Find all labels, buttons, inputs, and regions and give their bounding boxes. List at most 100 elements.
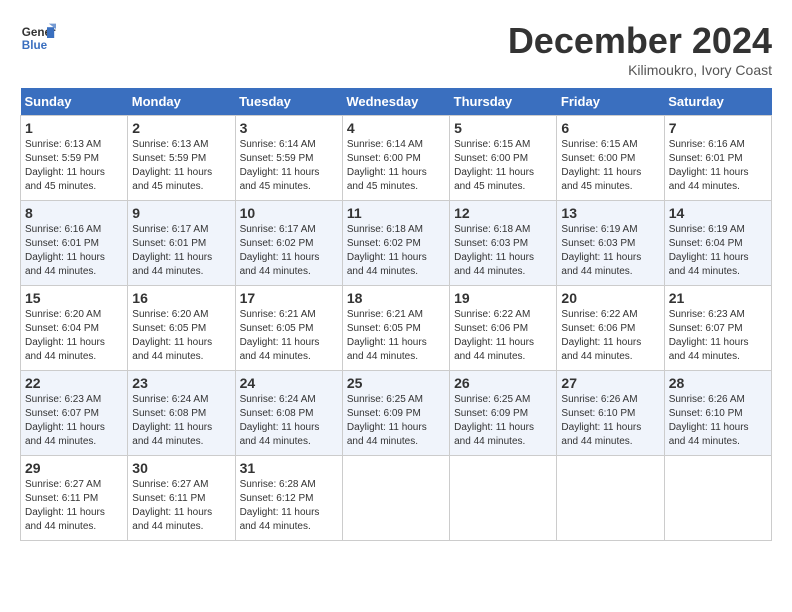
svg-text:Blue: Blue bbox=[22, 39, 48, 52]
calendar-day-25: 25 Sunrise: 6:25 AMSunset: 6:09 PMDaylig… bbox=[342, 371, 449, 456]
day-info: Sunrise: 6:21 AMSunset: 6:05 PMDaylight:… bbox=[347, 308, 445, 364]
day-info: Sunrise: 6:25 AMSunset: 6:09 PMDaylight:… bbox=[454, 393, 552, 449]
day-number: 21 bbox=[669, 290, 767, 306]
calendar-table: Sunday Monday Tuesday Wednesday Thursday… bbox=[20, 88, 772, 541]
day-info: Sunrise: 6:17 AMSunset: 6:02 PMDaylight:… bbox=[240, 223, 338, 279]
day-info: Sunrise: 6:18 AMSunset: 6:02 PMDaylight:… bbox=[347, 223, 445, 279]
day-number: 6 bbox=[561, 120, 659, 136]
calendar-day-12: 12 Sunrise: 6:18 AMSunset: 6:03 PMDaylig… bbox=[450, 201, 557, 286]
logo-icon: General Blue bbox=[20, 20, 56, 56]
day-number: 5 bbox=[454, 120, 552, 136]
day-info: Sunrise: 6:28 AMSunset: 6:12 PMDaylight:… bbox=[240, 478, 338, 534]
calendar-day-18: 18 Sunrise: 6:21 AMSunset: 6:05 PMDaylig… bbox=[342, 286, 449, 371]
day-info: Sunrise: 6:20 AMSunset: 6:04 PMDaylight:… bbox=[25, 308, 123, 364]
day-info: Sunrise: 6:15 AMSunset: 6:00 PMDaylight:… bbox=[561, 138, 659, 194]
calendar-day-9: 9 Sunrise: 6:17 AMSunset: 6:01 PMDayligh… bbox=[128, 201, 235, 286]
day-number: 1 bbox=[25, 120, 123, 136]
day-info: Sunrise: 6:20 AMSunset: 6:05 PMDaylight:… bbox=[132, 308, 230, 364]
day-number: 22 bbox=[25, 375, 123, 391]
day-info: Sunrise: 6:14 AMSunset: 6:00 PMDaylight:… bbox=[347, 138, 445, 194]
day-info: Sunrise: 6:19 AMSunset: 6:03 PMDaylight:… bbox=[561, 223, 659, 279]
calendar-day-3: 3 Sunrise: 6:14 AMSunset: 5:59 PMDayligh… bbox=[235, 116, 342, 201]
day-number: 4 bbox=[347, 120, 445, 136]
calendar-week-2: 8 Sunrise: 6:16 AMSunset: 6:01 PMDayligh… bbox=[21, 201, 772, 286]
day-info: Sunrise: 6:26 AMSunset: 6:10 PMDaylight:… bbox=[561, 393, 659, 449]
page-header: General Blue December 2024 Kilimoukro, I… bbox=[20, 20, 772, 78]
calendar-day-13: 13 Sunrise: 6:19 AMSunset: 6:03 PMDaylig… bbox=[557, 201, 664, 286]
calendar-day-19: 19 Sunrise: 6:22 AMSunset: 6:06 PMDaylig… bbox=[450, 286, 557, 371]
day-info: Sunrise: 6:15 AMSunset: 6:00 PMDaylight:… bbox=[454, 138, 552, 194]
day-info: Sunrise: 6:26 AMSunset: 6:10 PMDaylight:… bbox=[669, 393, 767, 449]
calendar-week-4: 22 Sunrise: 6:23 AMSunset: 6:07 PMDaylig… bbox=[21, 371, 772, 456]
calendar-day-28: 28 Sunrise: 6:26 AMSunset: 6:10 PMDaylig… bbox=[664, 371, 771, 456]
calendar-day-14: 14 Sunrise: 6:19 AMSunset: 6:04 PMDaylig… bbox=[664, 201, 771, 286]
day-number: 3 bbox=[240, 120, 338, 136]
day-number: 7 bbox=[669, 120, 767, 136]
day-number: 10 bbox=[240, 205, 338, 221]
calendar-week-3: 15 Sunrise: 6:20 AMSunset: 6:04 PMDaylig… bbox=[21, 286, 772, 371]
day-number: 20 bbox=[561, 290, 659, 306]
day-number: 15 bbox=[25, 290, 123, 306]
calendar-day-8: 8 Sunrise: 6:16 AMSunset: 6:01 PMDayligh… bbox=[21, 201, 128, 286]
calendar-day-10: 10 Sunrise: 6:17 AMSunset: 6:02 PMDaylig… bbox=[235, 201, 342, 286]
calendar-header-row: Sunday Monday Tuesday Wednesday Thursday… bbox=[21, 88, 772, 116]
day-info: Sunrise: 6:24 AMSunset: 6:08 PMDaylight:… bbox=[240, 393, 338, 449]
calendar-week-5: 29 Sunrise: 6:27 AMSunset: 6:11 PMDaylig… bbox=[21, 456, 772, 541]
day-number: 11 bbox=[347, 205, 445, 221]
calendar-day-16: 16 Sunrise: 6:20 AMSunset: 6:05 PMDaylig… bbox=[128, 286, 235, 371]
day-number: 8 bbox=[25, 205, 123, 221]
day-number: 23 bbox=[132, 375, 230, 391]
col-wednesday: Wednesday bbox=[342, 88, 449, 116]
day-number: 2 bbox=[132, 120, 230, 136]
empty-cell bbox=[557, 456, 664, 541]
day-info: Sunrise: 6:23 AMSunset: 6:07 PMDaylight:… bbox=[669, 308, 767, 364]
calendar-day-27: 27 Sunrise: 6:26 AMSunset: 6:10 PMDaylig… bbox=[557, 371, 664, 456]
day-number: 29 bbox=[25, 460, 123, 476]
calendar-week-1: 1 Sunrise: 6:13 AMSunset: 5:59 PMDayligh… bbox=[21, 116, 772, 201]
calendar-day-17: 17 Sunrise: 6:21 AMSunset: 6:05 PMDaylig… bbox=[235, 286, 342, 371]
day-number: 28 bbox=[669, 375, 767, 391]
day-number: 9 bbox=[132, 205, 230, 221]
day-number: 25 bbox=[347, 375, 445, 391]
day-info: Sunrise: 6:19 AMSunset: 6:04 PMDaylight:… bbox=[669, 223, 767, 279]
calendar-day-4: 4 Sunrise: 6:14 AMSunset: 6:00 PMDayligh… bbox=[342, 116, 449, 201]
calendar-day-1: 1 Sunrise: 6:13 AMSunset: 5:59 PMDayligh… bbox=[21, 116, 128, 201]
day-info: Sunrise: 6:27 AMSunset: 6:11 PMDaylight:… bbox=[132, 478, 230, 534]
empty-cell bbox=[450, 456, 557, 541]
day-info: Sunrise: 6:22 AMSunset: 6:06 PMDaylight:… bbox=[561, 308, 659, 364]
calendar-day-2: 2 Sunrise: 6:13 AMSunset: 5:59 PMDayligh… bbox=[128, 116, 235, 201]
calendar-day-11: 11 Sunrise: 6:18 AMSunset: 6:02 PMDaylig… bbox=[342, 201, 449, 286]
calendar-day-15: 15 Sunrise: 6:20 AMSunset: 6:04 PMDaylig… bbox=[21, 286, 128, 371]
day-info: Sunrise: 6:18 AMSunset: 6:03 PMDaylight:… bbox=[454, 223, 552, 279]
day-info: Sunrise: 6:22 AMSunset: 6:06 PMDaylight:… bbox=[454, 308, 552, 364]
calendar-day-29: 29 Sunrise: 6:27 AMSunset: 6:11 PMDaylig… bbox=[21, 456, 128, 541]
col-saturday: Saturday bbox=[664, 88, 771, 116]
day-info: Sunrise: 6:25 AMSunset: 6:09 PMDaylight:… bbox=[347, 393, 445, 449]
day-info: Sunrise: 6:14 AMSunset: 5:59 PMDaylight:… bbox=[240, 138, 338, 194]
calendar-day-31: 31 Sunrise: 6:28 AMSunset: 6:12 PMDaylig… bbox=[235, 456, 342, 541]
calendar-day-7: 7 Sunrise: 6:16 AMSunset: 6:01 PMDayligh… bbox=[664, 116, 771, 201]
calendar-day-22: 22 Sunrise: 6:23 AMSunset: 6:07 PMDaylig… bbox=[21, 371, 128, 456]
day-number: 13 bbox=[561, 205, 659, 221]
empty-cell bbox=[664, 456, 771, 541]
col-friday: Friday bbox=[557, 88, 664, 116]
day-number: 12 bbox=[454, 205, 552, 221]
col-monday: Monday bbox=[128, 88, 235, 116]
day-number: 30 bbox=[132, 460, 230, 476]
day-info: Sunrise: 6:13 AMSunset: 5:59 PMDaylight:… bbox=[25, 138, 123, 194]
col-tuesday: Tuesday bbox=[235, 88, 342, 116]
calendar-day-23: 23 Sunrise: 6:24 AMSunset: 6:08 PMDaylig… bbox=[128, 371, 235, 456]
day-info: Sunrise: 6:17 AMSunset: 6:01 PMDaylight:… bbox=[132, 223, 230, 279]
day-info: Sunrise: 6:23 AMSunset: 6:07 PMDaylight:… bbox=[25, 393, 123, 449]
col-thursday: Thursday bbox=[450, 88, 557, 116]
month-title: December 2024 bbox=[508, 20, 772, 62]
calendar-day-26: 26 Sunrise: 6:25 AMSunset: 6:09 PMDaylig… bbox=[450, 371, 557, 456]
col-sunday: Sunday bbox=[21, 88, 128, 116]
day-info: Sunrise: 6:16 AMSunset: 6:01 PMDaylight:… bbox=[669, 138, 767, 194]
day-info: Sunrise: 6:21 AMSunset: 6:05 PMDaylight:… bbox=[240, 308, 338, 364]
calendar-day-6: 6 Sunrise: 6:15 AMSunset: 6:00 PMDayligh… bbox=[557, 116, 664, 201]
calendar-day-20: 20 Sunrise: 6:22 AMSunset: 6:06 PMDaylig… bbox=[557, 286, 664, 371]
day-info: Sunrise: 6:16 AMSunset: 6:01 PMDaylight:… bbox=[25, 223, 123, 279]
day-number: 16 bbox=[132, 290, 230, 306]
day-number: 27 bbox=[561, 375, 659, 391]
